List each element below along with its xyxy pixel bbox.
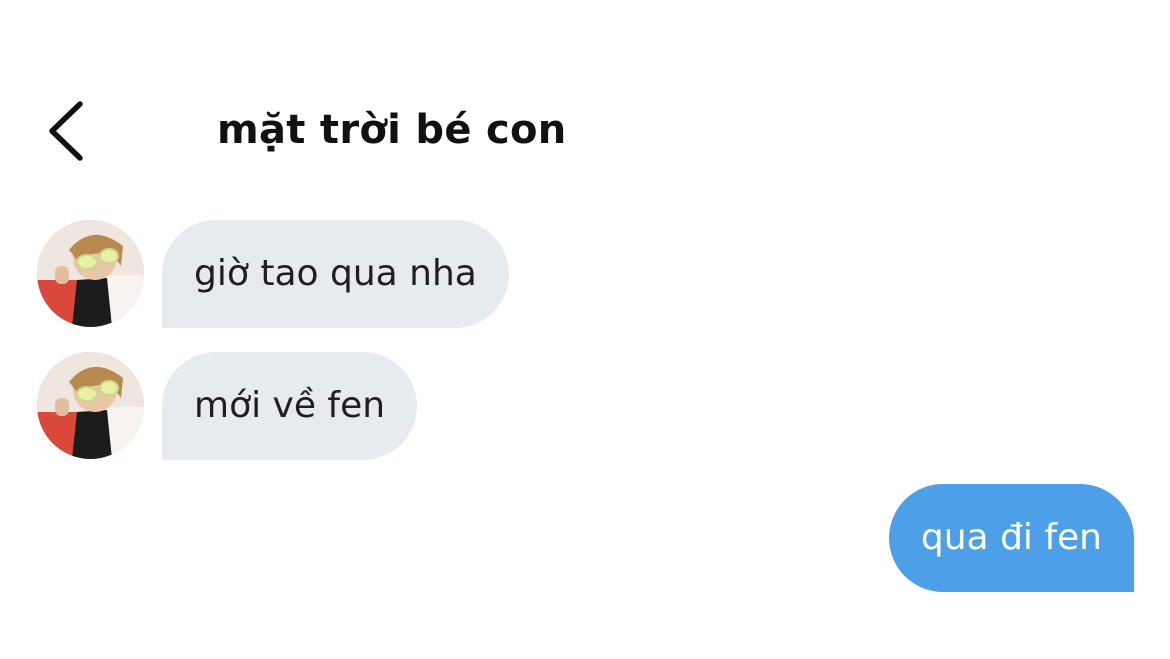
message-bubble-outgoing[interactable]: qua đi fen bbox=[888, 484, 1134, 592]
chevron-left-icon bbox=[49, 101, 83, 161]
contact-avatar[interactable] bbox=[37, 352, 144, 459]
message-bubble-incoming[interactable]: mới về fen bbox=[162, 352, 418, 460]
back-button[interactable] bbox=[36, 98, 96, 162]
conversation-header: mặt trời bé con bbox=[0, 80, 1170, 180]
message-row-incoming: mới về fen bbox=[0, 352, 1170, 460]
message-bubble-incoming[interactable]: giờ tao qua nha bbox=[162, 220, 509, 328]
message-row-incoming: giờ tao qua nha bbox=[0, 220, 1170, 328]
message-row-outgoing: qua đi fen bbox=[0, 484, 1170, 592]
conversation-title: mặt trời bé con bbox=[217, 107, 567, 153]
contact-avatar[interactable] bbox=[37, 220, 144, 327]
